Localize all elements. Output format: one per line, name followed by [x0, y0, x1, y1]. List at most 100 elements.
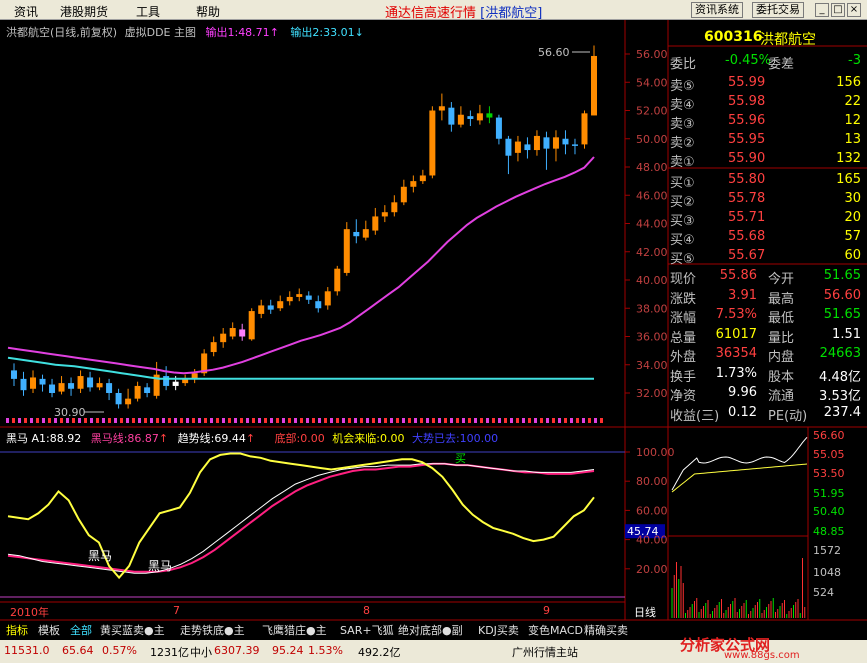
signal-marker	[444, 418, 447, 423]
candle-body	[49, 384, 56, 393]
stats-row: 涨幅 7.53% 最低 51.65	[670, 305, 863, 326]
signal-marker	[354, 418, 357, 423]
candle-body	[591, 55, 597, 116]
candle-body	[172, 381, 179, 386]
stats-cell: 9.96	[728, 385, 757, 400]
period-label[interactable]: 日线	[634, 604, 656, 620]
ask-row[interactable]: 卖③ 55.96 12	[670, 111, 863, 132]
sub-tick-label: 60.00	[636, 504, 668, 517]
sme-value: 6307.39	[214, 644, 260, 657]
index-amount: 1231亿	[150, 646, 189, 659]
quote-volume: 12	[844, 113, 861, 128]
candle-body	[543, 137, 550, 149]
tab-absolute-bottom[interactable]: 绝对底部●副	[398, 622, 463, 638]
signal-marker	[324, 418, 327, 423]
intraday-tick-label: 56.60	[813, 429, 845, 442]
stats-cell: 收益(三)	[670, 408, 720, 424]
ask-row[interactable]: 卖④ 55.98 22	[670, 92, 863, 113]
signal-marker	[588, 418, 591, 423]
heima-line-value: 黑马线:86.87	[90, 432, 159, 445]
signal-marker	[66, 418, 69, 423]
quote-price: 55.95	[728, 132, 766, 147]
signal-marker	[546, 418, 549, 423]
signal-marker	[282, 418, 285, 423]
bid-row[interactable]: 买② 55.78 30	[670, 189, 863, 210]
signal-marker	[600, 418, 603, 423]
date-label-year: 2010年	[10, 606, 49, 619]
signal-marker	[288, 418, 291, 423]
tab-kdj[interactable]: KDJ买卖	[478, 622, 519, 638]
tab-flying-eagle[interactable]: 飞鹰猎庄●主	[262, 622, 327, 638]
ask-row[interactable]: 卖⑤ 55.99 156	[670, 73, 863, 94]
bid-row[interactable]: 买④ 55.68 57	[670, 227, 863, 248]
quote-volume: 30	[844, 191, 861, 206]
signal-marker	[144, 418, 147, 423]
signal-marker	[102, 418, 105, 423]
candle-body	[144, 387, 151, 393]
date-label-aug: 8	[363, 604, 370, 617]
signal-marker	[486, 418, 489, 423]
price-tick-label: 36.00	[636, 331, 668, 344]
signal-marker	[6, 418, 9, 423]
stats-cell: 股本	[768, 369, 795, 385]
watermark-url: www.88gs.com	[724, 650, 800, 661]
signal-marker	[234, 418, 237, 423]
ask-row[interactable]: 卖① 55.90 132	[670, 149, 863, 170]
signal-marker	[84, 418, 87, 423]
signal-marker	[594, 418, 597, 423]
intraday-tick-label: 51.95	[813, 487, 845, 500]
stats-cell: 56.60	[823, 287, 861, 303]
stats-cell: PE(动)	[768, 408, 808, 424]
signal-marker	[438, 418, 441, 423]
bid-row[interactable]: 买⑤ 55.67 60	[670, 246, 863, 267]
bid-row[interactable]: 买① 55.80 165	[670, 170, 863, 191]
price-tick-label: 48.00	[636, 161, 668, 174]
signal-marker	[564, 418, 567, 423]
signal-marker	[204, 418, 207, 423]
signal-marker	[312, 418, 315, 423]
signal-marker	[162, 418, 165, 423]
stats-cell: 内盘	[768, 350, 795, 365]
tab-all[interactable]: 全部	[70, 622, 92, 638]
tab-iron-bottom[interactable]: 走势铁底●主	[180, 622, 245, 638]
index-pct: 0.57%	[102, 644, 137, 657]
quote-volume: 57	[844, 229, 861, 244]
signal-marker	[36, 418, 39, 423]
intraday-tick-label: 53.50	[813, 467, 845, 480]
ask-row[interactable]: 卖② 55.95 13	[670, 130, 863, 151]
stats-cell: 61017	[715, 326, 757, 342]
signal-marker	[414, 418, 417, 423]
quote-price: 55.98	[728, 94, 766, 109]
stats-cell: 量比	[768, 330, 795, 346]
signal-marker	[372, 418, 375, 423]
sme-amount: 492.2亿	[358, 646, 401, 659]
candle-body	[163, 376, 170, 386]
tab-macd[interactable]: 变色MACD	[528, 622, 583, 638]
candle-body	[58, 383, 65, 392]
stats-cell: 今开	[768, 272, 795, 287]
signal-marker	[348, 418, 351, 423]
stats-cell: 最高	[768, 291, 795, 307]
tab-indicator[interactable]: 指标	[6, 622, 28, 638]
tab-sar[interactable]: SAR+飞狐	[340, 622, 394, 638]
stats-cell: 最低	[768, 311, 795, 326]
tab-precise[interactable]: 精确买卖	[584, 622, 628, 638]
trend-line-value: 趋势线:69.44	[177, 432, 246, 445]
signal-marker	[390, 418, 393, 423]
quote-price: 55.78	[728, 191, 766, 206]
intraday-tick-label: 48.85	[813, 525, 845, 538]
stats-cell: 流通	[768, 389, 795, 404]
server-site[interactable]: 广州行情主站	[512, 644, 578, 660]
tab-yellow-buy[interactable]: 黄买蓝卖●主	[100, 622, 165, 638]
candle-body	[324, 291, 331, 306]
stats-cell: 换手	[670, 369, 697, 385]
stats-cell: 3.53亿	[819, 389, 861, 404]
signal-marker	[300, 418, 303, 423]
signal-marker	[576, 418, 579, 423]
signal-marker	[456, 418, 459, 423]
candle-body	[457, 114, 464, 125]
stats-cell: 4.48亿	[819, 369, 861, 385]
signal-marker	[252, 418, 255, 423]
tab-template[interactable]: 模板	[38, 622, 60, 638]
bid-row[interactable]: 买③ 55.71 20	[670, 208, 863, 229]
